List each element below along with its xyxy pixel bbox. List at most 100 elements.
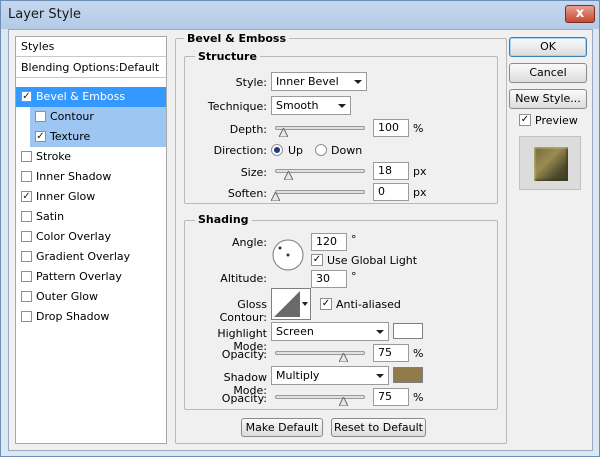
style-item-stroke[interactable]: Stroke [16, 147, 166, 167]
checkbox-satin[interactable] [21, 211, 32, 222]
gloss-contour-picker[interactable] [271, 288, 311, 320]
size-slider-thumb[interactable] [284, 171, 293, 180]
style-item-satin[interactable]: Satin [16, 207, 166, 227]
direction-label: Direction: [213, 144, 267, 157]
shadow-opacity-thumb[interactable] [339, 397, 348, 406]
soften-input[interactable]: 0 [373, 183, 409, 201]
highlight-color-swatch[interactable] [393, 323, 423, 339]
anti-aliased-label: Anti-aliased [336, 298, 401, 311]
technique-label: Technique: [207, 100, 267, 113]
checkbox-inner-glow[interactable]: ✓ [21, 191, 32, 202]
layer-style-dialog: Layer Style x Styles Blending Options:De… [0, 0, 600, 457]
styles-header[interactable]: Styles [16, 37, 166, 57]
depth-slider-track[interactable] [275, 126, 365, 130]
chevron-down-icon [354, 80, 362, 84]
window-title: Layer Style [8, 7, 82, 22]
checkbox-contour[interactable] [35, 111, 46, 122]
checkbox-gradient-overlay[interactable] [21, 251, 32, 262]
shading-title: Shading [195, 213, 252, 226]
checkbox-color-overlay[interactable] [21, 231, 32, 242]
highlight-mode-value: Screen [276, 325, 314, 338]
gloss-contour-label: Gloss Contour: [219, 298, 267, 324]
style-item-outer-glow[interactable]: Outer Glow [16, 287, 166, 307]
depth-unit: % [413, 122, 424, 135]
angle-input[interactable]: 120 [311, 233, 347, 251]
technique-select[interactable]: Smooth [271, 96, 351, 115]
ok-button[interactable]: OK [509, 37, 587, 57]
close-button[interactable]: x [565, 5, 595, 23]
style-item-label: Satin [36, 210, 65, 223]
direction-down-label: Down [331, 144, 363, 157]
style-item-gradient-overlay[interactable]: Gradient Overlay [16, 247, 166, 267]
checkbox-outer-glow[interactable] [21, 291, 32, 302]
style-item-label: Inner Shadow [36, 170, 112, 183]
style-item-label: Inner Glow [36, 190, 96, 203]
style-item-label: Contour [50, 110, 94, 123]
size-unit: px [413, 165, 427, 178]
anti-aliased-checkbox[interactable]: ✓ [320, 298, 332, 310]
chevron-down-icon [302, 302, 308, 306]
depth-input[interactable]: 100 [373, 119, 409, 137]
dialog-content: Styles Blending Options:Default ✓ Bevel … [8, 29, 593, 451]
style-item-contour[interactable]: Contour [30, 107, 166, 127]
style-item-drop-shadow[interactable]: Drop Shadow [16, 307, 166, 327]
blending-options-item[interactable]: Blending Options:Default [16, 58, 166, 78]
preview-checkbox[interactable]: ✓ [519, 114, 531, 126]
use-global-light-checkbox[interactable]: ✓ [311, 254, 323, 266]
style-item-pattern-overlay[interactable]: Pattern Overlay [16, 267, 166, 287]
angle-degree: ° [351, 233, 357, 246]
checkbox-inner-shadow[interactable] [21, 171, 32, 182]
soften-label: Soften: [227, 187, 267, 200]
style-item-texture[interactable]: ✓ Texture [30, 127, 166, 147]
style-item-color-overlay[interactable]: Color Overlay [16, 227, 166, 247]
checkbox-stroke[interactable] [21, 151, 32, 162]
soften-slider-track[interactable] [275, 190, 365, 194]
checkbox-bevel-emboss[interactable]: ✓ [21, 91, 32, 102]
direction-down-radio[interactable] [315, 144, 327, 156]
size-input[interactable]: 18 [373, 162, 409, 180]
preview-box [519, 136, 581, 190]
cancel-button[interactable]: Cancel [509, 63, 587, 83]
shadow-opacity-input[interactable]: 75 [373, 388, 409, 406]
styles-list: Styles Blending Options:Default ✓ Bevel … [15, 36, 167, 444]
bevel-style-value: Inner Bevel [276, 75, 339, 88]
bevel-style-select[interactable]: Inner Bevel [271, 72, 367, 91]
checkbox-texture[interactable]: ✓ [35, 131, 46, 142]
reset-to-default-button[interactable]: Reset to Default [331, 418, 426, 437]
highlight-mode-select[interactable]: Screen [271, 322, 389, 341]
shadow-mode-select[interactable]: Multiply [271, 366, 389, 385]
preview-thumbnail [534, 147, 568, 181]
title-bar[interactable]: Layer Style x [1, 1, 599, 29]
highlight-opacity-label: Opacity: [221, 348, 267, 361]
shadow-opacity-unit: % [413, 391, 424, 404]
highlight-opacity-input[interactable]: 75 [373, 344, 409, 362]
angle-dial[interactable] [271, 238, 305, 272]
checkbox-pattern-overlay[interactable] [21, 271, 32, 282]
style-item-bevel-emboss[interactable]: ✓ Bevel & Emboss [16, 87, 166, 107]
chevron-down-icon [338, 104, 346, 108]
new-style-button[interactable]: New Style... [509, 89, 587, 109]
style-label: Style: [235, 76, 267, 89]
style-item-label: Outer Glow [36, 290, 99, 303]
altitude-input[interactable]: 30 [311, 270, 347, 288]
style-item-inner-glow[interactable]: ✓ Inner Glow [16, 187, 166, 207]
contour-preview-icon [274, 291, 300, 317]
angle-label: Angle: [231, 236, 267, 249]
style-item-label: Stroke [36, 150, 72, 163]
style-item-label: Drop Shadow [36, 310, 110, 323]
chevron-down-icon [376, 330, 384, 334]
section-title: Bevel & Emboss [184, 32, 289, 45]
structure-title: Structure [195, 50, 260, 63]
direction-up-radio[interactable] [271, 144, 283, 156]
checkbox-drop-shadow[interactable] [21, 311, 32, 322]
shadow-color-swatch[interactable] [393, 367, 423, 383]
shadow-opacity-track[interactable] [275, 395, 365, 399]
highlight-opacity-thumb[interactable] [339, 353, 348, 362]
style-item-inner-shadow[interactable]: Inner Shadow [16, 167, 166, 187]
soften-slider-thumb[interactable] [271, 192, 280, 201]
make-default-button[interactable]: Make Default [241, 418, 323, 437]
highlight-opacity-track[interactable] [275, 351, 365, 355]
direction-up-label: Up [288, 144, 304, 157]
style-item-label: Color Overlay [36, 230, 111, 243]
depth-slider-thumb[interactable] [279, 128, 288, 137]
